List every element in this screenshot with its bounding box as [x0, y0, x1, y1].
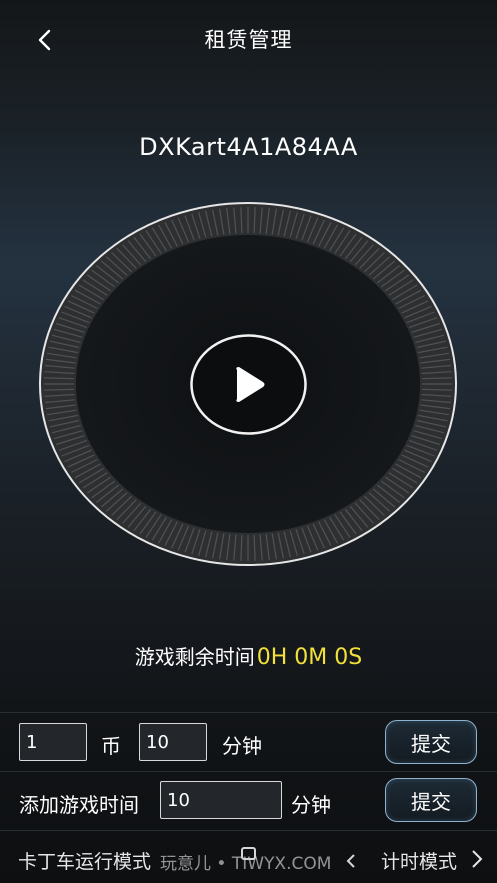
- add-time-row: 添加游戏时间 分钟 提交: [0, 772, 497, 830]
- add-time-submit-button[interactable]: 提交: [385, 778, 477, 822]
- page-title: 租赁管理: [204, 28, 293, 52]
- add-minutes-input[interactable]: [160, 781, 282, 819]
- coin-minutes-input[interactable]: [139, 723, 207, 761]
- coin-submit-button[interactable]: 提交: [385, 720, 477, 764]
- mode-bar: 卡丁车运行模式 玩意儿 • TIWYX.COM 计时模式: [0, 835, 497, 883]
- timing-mode-label[interactable]: 计时模式: [381, 847, 457, 874]
- device-id: DXKart4A1A84AA: [139, 133, 358, 161]
- add-minutes-unit-label: 分钟: [291, 793, 331, 817]
- remaining-time-label: 游戏剩余时间: [134, 645, 255, 669]
- header: 租赁管理: [0, 0, 497, 80]
- play-button[interactable]: [190, 334, 307, 435]
- coin-minutes-unit-label: 分钟: [222, 734, 262, 758]
- kart-run-mode-label[interactable]: 卡丁车运行模式: [18, 847, 151, 874]
- home-nav-icon[interactable]: [241, 847, 256, 860]
- coin-count-input[interactable]: [19, 723, 87, 761]
- coin-unit-label: 币: [101, 734, 121, 758]
- divider: [0, 830, 497, 831]
- chevron-right-icon[interactable]: [471, 849, 483, 869]
- remaining-time: 游戏剩余时间0H 0M 0S: [0, 641, 497, 670]
- nav-back-icon[interactable]: [346, 853, 356, 869]
- coin-rate-row: 币 分钟 提交: [0, 713, 497, 771]
- add-time-label: 添加游戏时间: [19, 793, 139, 817]
- remaining-time-value: 0H 0M 0S: [256, 645, 363, 670]
